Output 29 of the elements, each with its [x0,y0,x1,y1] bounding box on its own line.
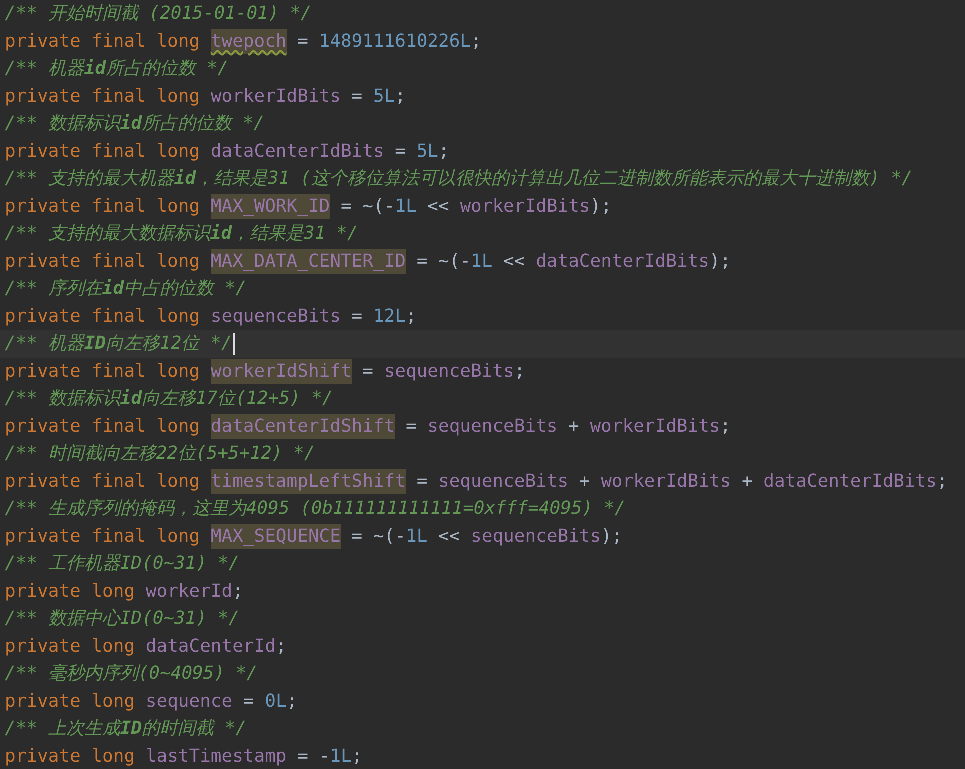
comment-line: /** 时间截向左移22位(5+5+12) */ [5,442,316,466]
comment-line: /** 数据中心ID(0~31) */ [5,607,240,631]
code-line: private long lastTimestamp = -1L; [5,744,363,768]
comment-line: /** 数据标识id所占的位数 */ [5,112,265,136]
code-line: private final long MAX_SEQUENCE = ~(-1L << sequenceBits); [5,522,623,550]
comment-line: /** 支持的最大数据标识id，结果是31 */ [5,222,358,246]
code-line: private long dataCenterId; [5,634,287,658]
code-line: private final long dataCenterIdBits = 5L; [5,140,450,164]
comment-line: /** 毫秒内序列(0~4095) */ [5,662,258,686]
code-line: private final long sequenceBits = 12L; [5,304,417,328]
code-line: private final long MAX_DATA_CENTER_ID = ~(-1L << dataCenterIdBits); [5,248,732,275]
comment-line: /** 序列在id中占的位数 */ [5,277,247,301]
comment-line: /** 机器id所占的位数 */ [5,57,229,81]
code-line: private final long timestampLeftShift = sequenceBits + workerIdBits + dataCenterIdBits; [5,468,948,495]
code-line: private final long twepoch = 1489111610226L; [5,28,482,55]
code-line: private final long workerIdBits = 5L; [5,84,406,108]
comment-line: /** 工作机器ID(0~31) */ [5,552,240,576]
comment-line: /** 上次生成ID的时间截 */ [5,717,247,741]
code-line: private final long dataCenterIdShift = sequenceBits + workerIdBits; [5,412,732,440]
comment-line: /** 机器ID向左移12位 */ [5,332,232,356]
code-line: private long workerId; [5,580,244,604]
code-line: private final long MAX_WORK_ID = ~(-1L << workerIdBits); [5,192,612,220]
comment-line: /** 数据标识id向左移17位(12+5) */ [5,387,334,411]
comment-line: /** 支持的最大机器id，结果是31 (这个移位算法可以很快的计算出几位二进制数所能表示的最大十进制数) */ [5,167,913,191]
code-line: private final long workerIdShift = sequenceBits; [5,358,526,385]
text-cursor [233,332,236,355]
comment-line: /** 开始时间截 (2015-01-01) */ [5,2,312,26]
code-line: private long sequence = 0L; [5,690,298,714]
comment-line: /** 生成序列的掩码，这里为4095 (0b111111111111=0xfff=4095) */ [5,497,626,521]
